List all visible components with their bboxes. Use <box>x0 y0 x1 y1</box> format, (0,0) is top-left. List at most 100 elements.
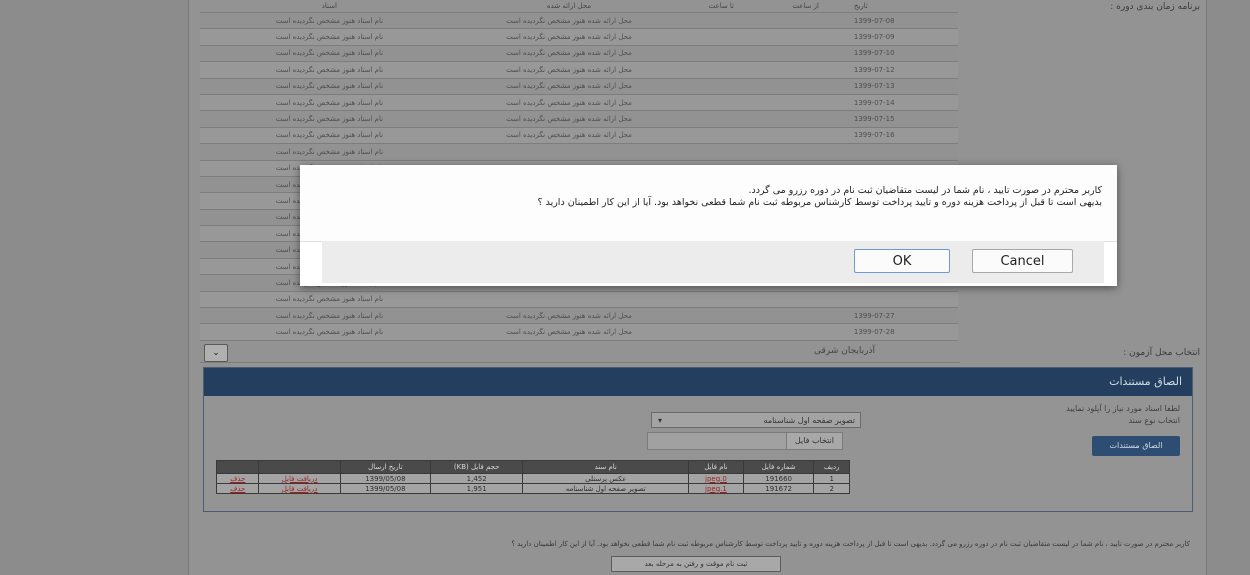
delete-file-link[interactable]: حذف <box>215 483 260 494</box>
cell-date: 1399-07-08 <box>847 12 958 30</box>
cell-date: 1399-07-14 <box>847 94 958 112</box>
cell-time <box>763 127 848 145</box>
file-cell: 191660 <box>742 473 815 484</box>
cell-time <box>763 61 848 79</box>
cell-professor: نام استاد هنوز مشخص نگردیده است <box>200 127 459 145</box>
page-background: برنامه زمان بندی دوره : انتخاب محل آزمون… <box>0 0 1250 575</box>
table-row: نام استاد هنوز مشخص نگردیده است محل ارائه… <box>200 61 958 79</box>
files-col-header: ردیف <box>813 460 850 474</box>
download-file-link[interactable]: دریافت فایل <box>258 483 341 494</box>
cell-date: 1399-07-28 <box>847 323 958 341</box>
cell-place: محل ارائه شده هنوز مشخص نگردیده است <box>458 12 680 30</box>
col-date: تاریخ <box>847 0 958 13</box>
cell-professor: نام استاد هنوز مشخص نگردیده است <box>200 61 459 79</box>
cell-professor: نام استاد هنوز مشخص نگردیده است <box>200 110 459 128</box>
files-col-header <box>215 460 260 474</box>
table-row: نام استاد هنوز مشخص نگردیده است محل ارائه… <box>200 127 958 145</box>
cell-date: 1399-07-09 <box>847 28 958 46</box>
cell-time <box>679 127 764 145</box>
file-cell: 2 <box>813 483 850 494</box>
attachments-title: الصاق مستندات <box>204 368 1192 396</box>
confirmation-notice: کاربر محترم در صورت تایید ، نام شما در ل… <box>511 540 1190 548</box>
cell-time <box>679 78 764 95</box>
dialog-message-line1: کاربر محترم در صورت تایید ، نام شما در ل… <box>748 185 1102 196</box>
cell-professor: نام استاد هنوز مشخص نگردیده است <box>200 291 459 309</box>
file-cell: تصویر صفحه اول شناسنامه <box>522 483 690 494</box>
files-col-header: شماره فایل <box>742 460 815 474</box>
cell-place <box>458 143 680 161</box>
table-row: نام استاد هنوز مشخص نگردیده است محل ارائه… <box>200 94 958 112</box>
cell-professor: نام استاد هنوز مشخص نگردیده است <box>200 78 459 95</box>
file-cell: 1399/05/08 <box>339 473 431 484</box>
choose-file-button[interactable]: انتخاب فایل <box>785 433 842 449</box>
cell-place: محل ارائه شده هنوز مشخص نگردیده است <box>458 45 680 63</box>
cell-time <box>763 94 848 112</box>
cell-date: 1399-07-27 <box>847 307 958 325</box>
cell-place: محل ارائه شده هنوز مشخص نگردیده است <box>458 61 680 79</box>
cell-date: 1399-07-15 <box>847 110 958 128</box>
cell-time <box>763 12 848 30</box>
cell-time <box>763 45 848 63</box>
file-cell: 1,951 <box>429 483 524 494</box>
cell-date: 1399-07-10 <box>847 45 958 63</box>
cell-place: محل ارائه شده هنوز مشخص نگردیده است <box>458 307 680 325</box>
cell-time <box>763 78 848 95</box>
upload-docs-button[interactable]: الصاق مستندات <box>1092 436 1180 456</box>
doc-type-select[interactable]: تصویر صفحه اول شناسنامه ▾ <box>651 412 861 428</box>
cell-professor: نام استاد هنوز مشخص نگردیده است <box>200 45 459 63</box>
cell-date: 1399-07-13 <box>847 78 958 95</box>
cell-place: محل ارائه شده هنوز مشخص نگردیده است <box>458 323 680 341</box>
file-name-link[interactable]: jpeg.0 <box>688 473 744 484</box>
table-row: نام استاد هنوز مشخص نگردیده است محل ارائه… <box>200 323 958 341</box>
file-cell: 191672 <box>742 483 815 494</box>
chevron-down-icon: ▾ <box>658 416 663 425</box>
cell-time <box>763 307 848 325</box>
files-col-header: حجم فایل (KB) <box>429 460 524 474</box>
file-row: 1 191660 jpeg.0 عکس پرسنلی 1,452 1399/05/08 در… <box>215 473 850 484</box>
table-row: نام استاد هنوز مشخص نگردیده است محل ارائه… <box>200 28 958 46</box>
table-row: نام استاد هنوز مشخص نگردیده است <box>200 143 958 161</box>
cell-place: محل ارائه شده هنوز مشخص نگردیده است <box>458 78 680 95</box>
cell-professor: نام استاد هنوز مشخص نگردیده است <box>200 323 459 341</box>
table-row: نام استاد هنوز مشخص نگردیده است <box>200 291 958 309</box>
file-input[interactable]: انتخاب فایل <box>647 432 843 450</box>
files-col-header <box>258 460 341 474</box>
col-to-time: تا ساعت <box>679 0 764 13</box>
exam-place-row: ⌄ آذربایجان شرقی <box>200 340 960 363</box>
cell-professor: نام استاد هنوز مشخص نگردیده است <box>200 28 459 46</box>
file-name-link[interactable]: jpeg.1 <box>688 483 744 494</box>
cell-time <box>679 323 764 341</box>
ok-button[interactable]: OK <box>854 249 950 273</box>
cell-date: 1399-07-12 <box>847 61 958 79</box>
cell-time <box>679 143 764 161</box>
doc-type-label: انتخاب نوع سند <box>1128 416 1180 425</box>
dialog-footer: OK Cancel <box>322 241 1104 283</box>
cell-time <box>763 28 848 46</box>
exam-place-value: آذربایجان شرقی <box>814 346 875 356</box>
cell-professor: نام استاد هنوز مشخص نگردیده است <box>200 12 459 30</box>
file-cell: 1 <box>813 473 850 484</box>
table-row: نام استاد هنوز مشخص نگردیده است محل ارائه… <box>200 12 958 30</box>
files-col-header: تاریخ ارسال <box>339 460 431 474</box>
cancel-button[interactable]: Cancel <box>972 249 1073 273</box>
cell-time <box>679 110 764 128</box>
cell-time <box>763 110 848 128</box>
cell-date: 1399-07-16 <box>847 127 958 145</box>
cell-place: محل ارائه شده هنوز مشخص نگردیده است <box>458 110 680 128</box>
temp-register-next-button[interactable]: ثبت نام موقت و رفتن به مرحله بعد <box>611 556 781 572</box>
delete-file-link[interactable]: حذف <box>215 473 260 484</box>
table-row: نام استاد هنوز مشخص نگردیده است محل ارائه… <box>200 78 958 95</box>
files-table: ردیف شماره فایل نام فایل نام سند حجم فایل (K… <box>215 460 850 494</box>
exam-place-dropdown[interactable]: ⌄ <box>204 344 228 362</box>
dialog-message: کاربر محترم در صورت تایید ، نام شما در ل… <box>320 185 1102 209</box>
attachments-panel: الصاق مستندات لطفا اسناد مورد نیاز را آپ… <box>203 367 1193 512</box>
cell-time <box>763 143 848 161</box>
cell-date <box>847 143 958 161</box>
file-row: 2 191672 jpeg.1 تصویر صفحه اول شناسنامه 1,95… <box>215 483 850 494</box>
cell-time <box>679 12 764 30</box>
cell-place <box>458 291 680 309</box>
files-col-header: نام سند <box>522 460 690 474</box>
cell-professor: نام استاد هنوز مشخص نگردیده است <box>200 143 459 161</box>
doc-type-value: تصویر صفحه اول شناسنامه <box>763 416 855 425</box>
download-file-link[interactable]: دریافت فایل <box>258 473 341 484</box>
